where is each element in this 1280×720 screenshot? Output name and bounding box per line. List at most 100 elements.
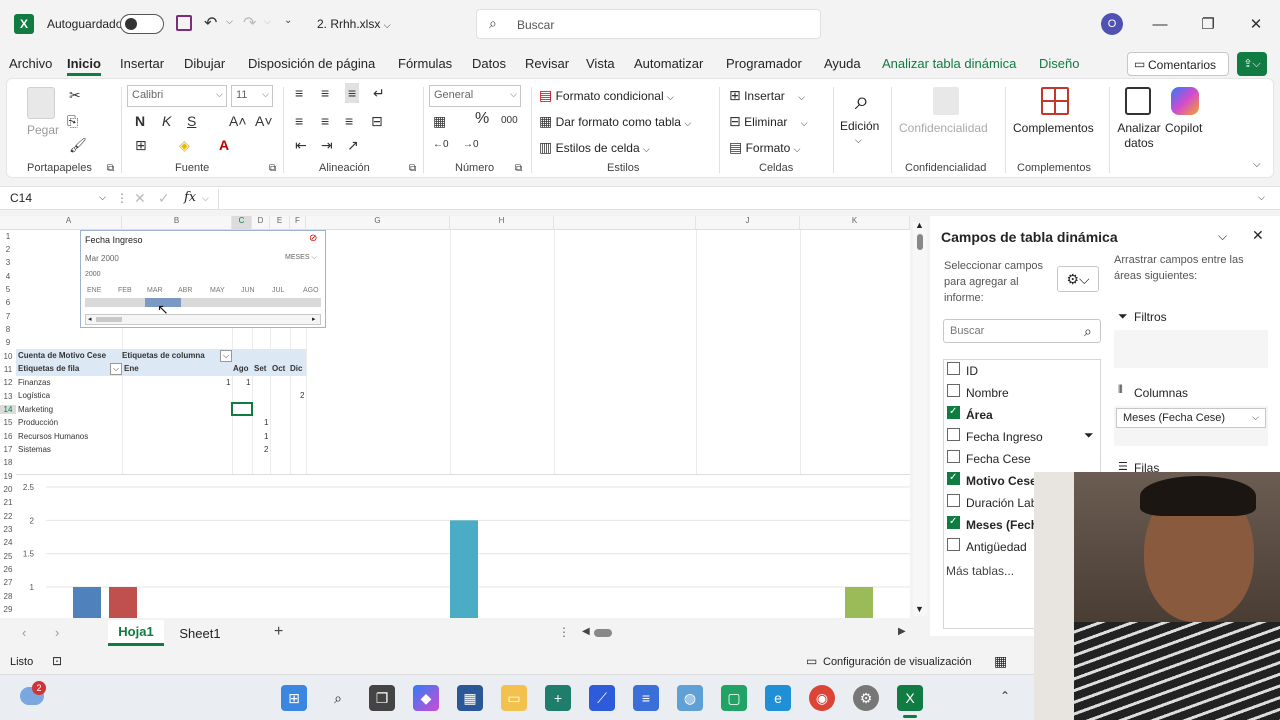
chrome-icon[interactable]: ◉ (809, 685, 835, 711)
format-cells-button[interactable]: ▤ Formato ⌵ (729, 139, 800, 155)
row-header[interactable]: 29 (0, 605, 16, 614)
cut-icon[interactable]: ✂ (69, 87, 81, 103)
column-filter-icon[interactable]: ⌵ (220, 350, 233, 362)
orientation-icon[interactable]: ↗ (347, 137, 359, 153)
pivot-row-labels[interactable]: Etiquetas de fila (18, 364, 79, 373)
pivot-cell[interactable]: 1 (246, 378, 250, 387)
minimize-icon[interactable]: — (1148, 12, 1172, 36)
tray-overflow-icon[interactable]: ⌃ (1000, 689, 1010, 703)
columns-drop-area[interactable]: Meses (Fecha Cese) ⌵ (1114, 406, 1268, 446)
accounting-format-icon[interactable]: ▦ (433, 113, 446, 129)
field-checkbox-motivo-cese[interactable] (947, 472, 960, 485)
italic-icon[interactable]: K (162, 113, 171, 129)
month-ene[interactable]: ENE (87, 287, 101, 294)
field-checkbox-meses[interactable] (947, 516, 960, 529)
chart-bar[interactable] (450, 520, 478, 618)
row-header[interactable]: 20 (0, 485, 16, 494)
column-header-e[interactable]: E (270, 216, 290, 230)
menu-formulas[interactable]: Fórmulas (398, 56, 452, 71)
column-header-h[interactable]: H (450, 216, 554, 230)
merge-icon[interactable]: ⊟ (371, 113, 383, 129)
delete-cells-button[interactable]: ⊟ Eliminar ⌵ (729, 113, 808, 129)
timeline-track[interactable] (85, 298, 321, 307)
pivot-cell[interactable]: 1 (226, 378, 230, 387)
customize-toolbar-icon[interactable]: ⌄ (284, 15, 292, 26)
row-filter-icon[interactable]: ⌵ (110, 363, 123, 375)
maximize-icon[interactable]: ❐ (1196, 12, 1220, 36)
field-search-input[interactable]: Buscar ⌕ (943, 319, 1101, 343)
pivot-row-recursos-humanos[interactable]: Recursos Humanos (18, 432, 88, 441)
chart-bar[interactable] (109, 587, 137, 618)
menu-disposicion[interactable]: Disposición de página (248, 56, 375, 71)
insert-cells-button[interactable]: ⊞ Insertar ⌵ (729, 87, 805, 103)
field-antiguedad[interactable]: Antigüedad (966, 540, 1027, 554)
notepad-icon[interactable]: ≡ (633, 685, 659, 711)
clear-filter-icon[interactable]: ⊘ (309, 233, 317, 244)
function-icon[interactable]: fx (184, 190, 196, 205)
share-button[interactable]: ⇪⌵ (1237, 52, 1267, 76)
gear-icon[interactable]: ⚙⌵ (1057, 266, 1099, 292)
timeline-slicer[interactable]: Fecha Ingreso ⊘ Mar 2000 MESES ⌵ 2000 EN… (80, 230, 326, 328)
field-checkbox-id[interactable] (947, 362, 960, 375)
row-header[interactable]: 16 (0, 432, 16, 441)
menu-programador[interactable]: Programador (726, 56, 802, 71)
comma-style-icon[interactable]: 000 (501, 113, 518, 129)
slicer-scrollbar[interactable]: ◂ ▸ (85, 314, 321, 325)
pivot-row-marketing[interactable]: Marketing (18, 405, 53, 414)
column-header-b[interactable]: B (122, 216, 232, 230)
column-header-k[interactable]: K (800, 216, 910, 230)
field-duracion[interactable]: Duración Lab (966, 496, 1037, 510)
pivot-cell[interactable]: 2 (264, 445, 268, 454)
menu-vista[interactable]: Vista (586, 56, 615, 71)
row-header[interactable]: 14 (0, 405, 16, 414)
font-launcher-icon[interactable]: ⧉ (269, 161, 276, 177)
comments-button[interactable]: ▭ Comentarios (1127, 52, 1229, 76)
font-name-select[interactable]: Calibri ⌵ (127, 85, 227, 107)
shrink-font-icon[interactable]: A˅ (255, 113, 273, 129)
field-checkbox-duracion[interactable] (947, 494, 960, 507)
month-ago[interactable]: AGO (303, 287, 319, 294)
pivot-row-logistica[interactable]: Logística (18, 391, 50, 400)
field-checkbox-area[interactable] (947, 406, 960, 419)
grow-font-icon[interactable]: A˄ (229, 113, 247, 129)
row-header[interactable]: 18 (0, 458, 16, 467)
add-sheet-icon[interactable]: + (274, 623, 283, 641)
task-view-icon[interactable]: ❐ (369, 685, 395, 711)
h-scroll-thumb[interactable] (594, 629, 612, 637)
row-header[interactable]: 5 (0, 285, 16, 294)
format-as-table-button[interactable]: ▦ Dar formato como tabla ⌵ (539, 113, 691, 129)
row-header[interactable]: 3 (0, 258, 16, 267)
field-area[interactable]: Área (966, 408, 993, 422)
month-may[interactable]: MAY (210, 287, 225, 294)
field-fecha-cese[interactable]: Fecha Cese (966, 452, 1031, 466)
filter-icon[interactable]: ⏷ (1084, 428, 1094, 443)
menu-inicio[interactable]: Inicio (67, 56, 101, 76)
align-right-icon[interactable]: ≡ (345, 113, 353, 129)
copilot-icon[interactable] (1171, 87, 1199, 115)
scroll-right-icon[interactable]: ▸ (312, 315, 316, 323)
column-header-c[interactable]: C (232, 216, 252, 230)
chevron-down-icon[interactable]: ⌵ (855, 135, 862, 146)
row-header[interactable]: 23 (0, 525, 16, 534)
font-color-icon[interactable]: A (219, 137, 229, 153)
expand-formula-icon[interactable]: ⌵ (1258, 192, 1265, 203)
name-box[interactable]: C14 ⌵ (6, 189, 110, 209)
row-header[interactable]: 7 (0, 312, 16, 321)
menu-analizar-tabla[interactable]: Analizar tabla dinámica (882, 56, 1016, 71)
user-avatar[interactable]: O (1101, 13, 1123, 35)
search-icon[interactable]: ⌕ (325, 685, 351, 711)
pivot-column-labels[interactable]: Etiquetas de columna (122, 351, 205, 360)
conditional-format-button[interactable]: ▤ Formato condicional ⌵ (539, 87, 674, 103)
menu-revisar[interactable]: Revisar (525, 56, 569, 71)
pane-options-icon[interactable]: ⌵ (1218, 229, 1227, 244)
month-jul[interactable]: JUL (272, 287, 284, 294)
sheet-tab-sheet1[interactable]: Sheet1 (172, 620, 228, 646)
chevron-down-icon[interactable]: ⌵ (202, 193, 209, 204)
column-header-i[interactable] (554, 216, 696, 230)
undo-icon[interactable]: ↶ (204, 13, 217, 33)
field-id[interactable]: ID (966, 364, 978, 378)
calculator-icon[interactable]: ▦ (457, 685, 483, 711)
field-checkbox-fecha-ingreso[interactable] (947, 428, 960, 441)
align-center-icon[interactable]: ≡ (321, 113, 329, 129)
row-header[interactable]: 9 (0, 338, 16, 347)
